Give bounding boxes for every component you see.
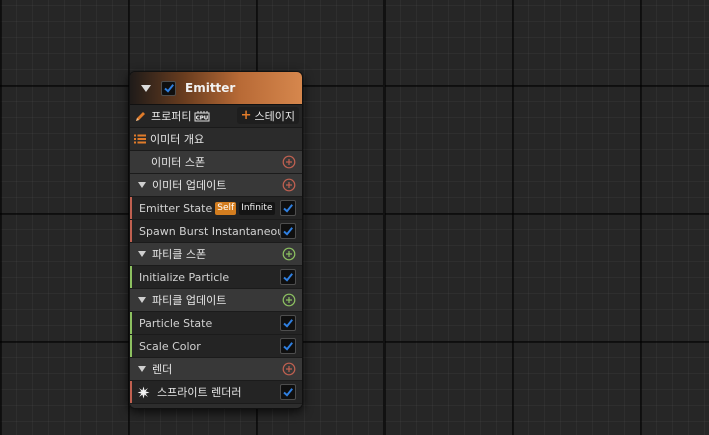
module-enable-checkbox[interactable] xyxy=(280,338,296,354)
emitter-enable-checkbox[interactable] xyxy=(161,80,176,96)
collapse-arrow-icon[interactable] xyxy=(138,251,146,257)
collapse-arrow-icon[interactable] xyxy=(138,297,146,303)
module-row-particle-state[interactable]: Particle State xyxy=(130,312,302,335)
module-label: Initialize Particle xyxy=(139,270,230,284)
stage-color-bar xyxy=(130,335,132,357)
stage-color-bar xyxy=(130,312,132,334)
list-icon xyxy=(134,134,146,144)
graph-canvas[interactable] xyxy=(0,0,709,435)
add-stage-button[interactable]: + 스테이지 xyxy=(236,107,299,124)
cpu-icon: CPU xyxy=(194,111,210,122)
emitter-update-label: 이미터 업데이트 xyxy=(152,179,227,192)
module-row-spawn-burst[interactable]: Spawn Burst Instantaneous xyxy=(130,220,302,243)
collapse-arrow-icon[interactable] xyxy=(141,84,151,92)
emitter-spawn-label: 이미터 스폰 xyxy=(151,156,206,169)
module-enable-checkbox[interactable] xyxy=(280,223,296,239)
emitter-toolbar: 프로퍼티 CPU + 스테이지 xyxy=(130,105,302,128)
module-row-sprite-renderer[interactable]: 스프라이트 렌더러 xyxy=(130,381,302,404)
plus-icon: + xyxy=(240,108,252,123)
emitter-title: Emitter xyxy=(185,81,236,95)
emitter-summary-row[interactable]: 이미터 개요 xyxy=(130,128,302,151)
stage-color-bar xyxy=(130,266,132,288)
render-group[interactable]: 렌더 xyxy=(130,358,302,381)
add-module-render-icon[interactable] xyxy=(282,362,296,376)
node-footer xyxy=(130,404,302,408)
add-module-emitter-spawn-icon[interactable] xyxy=(282,155,296,169)
stage-color-bar xyxy=(130,220,132,242)
checkmark-icon xyxy=(283,273,293,282)
module-enable-checkbox[interactable] xyxy=(280,200,296,216)
module-label: Emitter State xyxy=(139,201,213,215)
particle-update-label: 파티클 업데이트 xyxy=(152,294,227,307)
particle-spawn-label: 파티클 스폰 xyxy=(152,248,207,261)
checkmark-icon xyxy=(283,342,293,351)
stage-color-bar xyxy=(130,197,132,219)
checkmark-icon xyxy=(283,319,293,328)
add-module-particle-spawn-icon[interactable] xyxy=(282,247,296,261)
emitter-summary-label: 이미터 개요 xyxy=(150,133,205,146)
module-enable-checkbox[interactable] xyxy=(280,315,296,331)
module-label: Particle State xyxy=(139,316,213,330)
module-enable-checkbox[interactable] xyxy=(280,269,296,285)
infinite-tag: Infinite xyxy=(239,201,275,215)
sprite-renderer-icon xyxy=(137,386,150,398)
add-stage-label: 스테이지 xyxy=(254,109,295,123)
module-row-scale-color[interactable]: Scale Color xyxy=(130,335,302,358)
module-row-initialize-particle[interactable]: Initialize Particle xyxy=(130,266,302,289)
render-label: 렌더 xyxy=(152,363,173,376)
stage-color-bar xyxy=(130,381,132,403)
add-module-particle-update-icon[interactable] xyxy=(282,293,296,307)
add-module-emitter-update-icon[interactable] xyxy=(282,178,296,192)
collapse-arrow-icon[interactable] xyxy=(138,366,146,372)
collapse-arrow-icon[interactable] xyxy=(138,182,146,188)
emitter-spawn-group[interactable]: 이미터 스폰 xyxy=(130,151,302,174)
particle-update-group[interactable]: 파티클 업데이트 xyxy=(130,289,302,312)
graph-grid-major-line xyxy=(383,0,385,435)
checkmark-icon xyxy=(283,204,293,213)
svg-text:CPU: CPU xyxy=(196,116,209,122)
emitter-update-group[interactable]: 이미터 업데이트 xyxy=(130,174,302,197)
self-tag: Self xyxy=(215,201,237,215)
checkmark-icon xyxy=(283,227,293,236)
module-enable-checkbox[interactable] xyxy=(280,384,296,400)
module-label: 스프라이트 렌더러 xyxy=(157,386,242,399)
emitter-node-header[interactable]: Emitter xyxy=(130,72,302,105)
module-label: Spawn Burst Instantaneous xyxy=(139,224,290,238)
module-row-emitter-state[interactable]: Emitter State Self Infinite xyxy=(130,197,302,220)
particle-spawn-group[interactable]: 파티클 스폰 xyxy=(130,243,302,266)
emitter-node[interactable]: Emitter 프로퍼티 CPU + 스테이지 이미터 개요 이미터 스폰 이미… xyxy=(129,71,303,409)
pencil-icon[interactable] xyxy=(134,110,147,123)
properties-label[interactable]: 프로퍼티 xyxy=(151,108,191,124)
module-label: Scale Color xyxy=(139,339,201,353)
checkmark-icon xyxy=(283,388,293,397)
checkmark-icon xyxy=(163,84,174,93)
